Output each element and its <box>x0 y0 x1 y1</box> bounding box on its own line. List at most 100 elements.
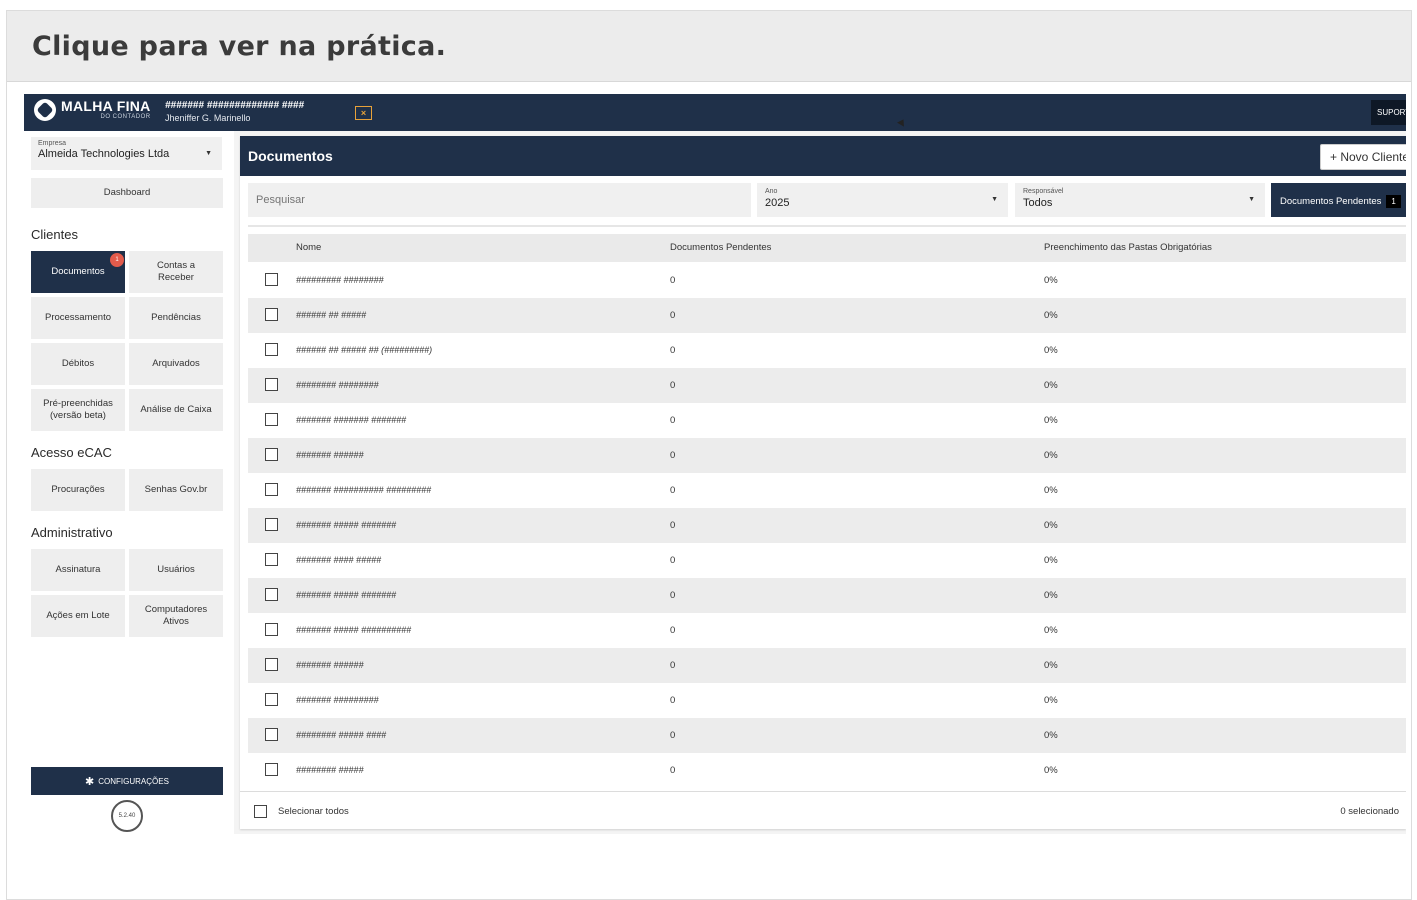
masked-company: ####### ############# #### <box>165 100 305 111</box>
fill-percentage: 0% <box>1044 520 1058 531</box>
search-input[interactable] <box>248 183 751 217</box>
table-row[interactable]: ####### ###### 0 0% <box>248 438 1406 473</box>
table-row[interactable]: ####### ##### ########## 0 0% <box>248 613 1406 648</box>
selected-count: 0 selecionado <box>1340 806 1399 817</box>
documents-panel: Documentos + Novo Cliente Ano 2025 ▼ Res… <box>240 136 1406 829</box>
row-checkbox[interactable] <box>265 378 278 391</box>
row-checkbox[interactable] <box>265 518 278 531</box>
fill-percentage: 0% <box>1044 590 1058 601</box>
row-checkbox[interactable] <box>265 343 278 356</box>
caret-down-icon: ▼ <box>1248 196 1255 203</box>
table-row[interactable]: ####### ##### ####### 0 0% <box>248 578 1406 613</box>
sidebar-item-debitos[interactable]: Débitos <box>31 343 125 385</box>
sidebar-item-documentos[interactable]: Documentos 1 <box>31 251 125 293</box>
company-select[interactable]: Empresa Almeida Technologies Ltda ▼ <box>31 137 222 170</box>
row-checkbox[interactable] <box>265 658 278 671</box>
app-window: MALHA FINA DO CONTADOR ####### #########… <box>24 94 1406 834</box>
client-name: ####### ########## ######### <box>296 485 432 495</box>
row-checkbox[interactable] <box>265 693 278 706</box>
table-row[interactable]: ######## ##### #### 0 0% <box>248 718 1406 753</box>
table-row[interactable]: ####### ####### ####### 0 0% <box>248 403 1406 438</box>
sidebar: Empresa Almeida Technologies Ltda ▼ Dash… <box>24 131 234 834</box>
table-row[interactable]: ####### ###### 0 0% <box>248 648 1406 683</box>
fill-percentage: 0% <box>1044 625 1058 636</box>
pending-documents-filter[interactable]: Documentos Pendentes 1 <box>1271 183 1406 217</box>
table-row[interactable]: ####### ##### ####### 0 0% <box>248 508 1406 543</box>
column-header-preenchimento[interactable]: Preenchimento das Pastas Obrigatórias <box>1044 242 1212 253</box>
sidebar-item-acoes-lote[interactable]: Ações em Lote <box>31 595 125 637</box>
row-checkbox[interactable] <box>265 728 278 741</box>
year-select-value: 2025 <box>765 197 790 209</box>
sidebar-item-computadores[interactable]: Computadores Ativos <box>129 595 223 637</box>
row-checkbox[interactable] <box>265 273 278 286</box>
pending-count: 0 <box>670 310 676 321</box>
settings-label: CONFIGURAÇÕES <box>98 776 169 786</box>
row-checkbox[interactable] <box>265 588 278 601</box>
top-bar: MALHA FINA DO CONTADOR ####### #########… <box>24 94 1406 131</box>
client-name: ####### #### ##### <box>296 555 382 565</box>
select-all-label[interactable]: Selecionar todos <box>278 806 349 817</box>
pending-count: 0 <box>670 415 676 426</box>
table-row[interactable]: ######## ######## 0 0% <box>248 368 1406 403</box>
client-name: ####### ##### ####### <box>296 590 397 600</box>
main-area: Documentos + Novo Cliente Ano 2025 ▼ Res… <box>234 131 1406 834</box>
pending-count: 0 <box>670 695 676 706</box>
row-checkbox[interactable] <box>265 763 278 776</box>
sidebar-item-assinatura[interactable]: Assinatura <box>31 549 125 591</box>
row-checkbox[interactable] <box>265 448 278 461</box>
sidebar-item-dashboard[interactable]: Dashboard <box>31 178 223 208</box>
sidebar-item-contas-receber[interactable]: Contas a Receber <box>129 251 223 293</box>
support-button[interactable]: SUPORTE <box>1371 100 1406 125</box>
year-select[interactable]: Ano 2025 ▼ <box>757 183 1008 217</box>
table-row[interactable]: ###### ## ##### 0 0% <box>248 298 1406 333</box>
table-row[interactable]: ######## ##### 0 0% <box>248 753 1406 782</box>
pending-count: 0 <box>670 380 676 391</box>
sidebar-item-processamento[interactable]: Processamento <box>31 297 125 339</box>
page-title: Documentos <box>248 148 333 164</box>
pending-count: 0 <box>670 660 676 671</box>
pending-count: 0 <box>670 555 676 566</box>
sidebar-item-arquivados[interactable]: Arquivados <box>129 343 223 385</box>
row-checkbox[interactable] <box>265 308 278 321</box>
sidebar-item-procuracoes[interactable]: Procurações <box>31 469 125 511</box>
new-client-button[interactable]: + Novo Cliente <box>1320 144 1406 170</box>
sidebar-item-pendencias[interactable]: Pendências <box>129 297 223 339</box>
row-checkbox[interactable] <box>265 483 278 496</box>
row-checkbox[interactable] <box>265 623 278 636</box>
select-all-checkbox[interactable] <box>254 805 267 818</box>
caret-down-icon: ▼ <box>991 196 998 203</box>
banner: Clique para ver na prática. <box>7 11 1411 82</box>
table-row[interactable]: ####### ########## ######### 0 0% <box>248 473 1406 508</box>
user-name: Jheniffer G. Marinello <box>165 113 251 123</box>
app-logo[interactable]: MALHA FINA DO CONTADOR <box>34 99 151 121</box>
column-header-nome[interactable]: Nome <box>296 242 321 253</box>
logo-subtext: DO CONTADOR <box>100 114 151 120</box>
sidebar-item-usuarios[interactable]: Usuários <box>129 549 223 591</box>
section-clientes: Clientes <box>31 227 78 242</box>
settings-button[interactable]: ✱ CONFIGURAÇÕES <box>31 767 223 795</box>
sidebar-item-senhas-gov[interactable]: Senhas Gov.br <box>129 469 223 511</box>
pending-count: 0 <box>670 450 676 461</box>
responsible-select[interactable]: Responsável Todos ▼ <box>1015 183 1265 217</box>
fill-percentage: 0% <box>1044 695 1058 706</box>
pending-count: 0 <box>670 275 676 286</box>
table-row[interactable]: ####### #### ##### 0 0% <box>248 543 1406 578</box>
client-name: ###### ## ##### <box>296 310 367 320</box>
pending-count: 0 <box>670 765 676 776</box>
table-row[interactable]: ###### ## ##### ## (#########) 0 0% <box>248 333 1406 368</box>
fill-percentage: 0% <box>1044 730 1058 741</box>
row-checkbox[interactable] <box>265 553 278 566</box>
column-header-pendentes[interactable]: Documentos Pendentes <box>670 242 771 253</box>
panel-header: Documentos + Novo Cliente <box>240 136 1406 176</box>
sidebar-item-pre-preenchidas[interactable]: Pré-preenchidas (versão beta) <box>31 389 125 431</box>
client-name: ####### ###### <box>296 660 364 670</box>
pending-documents-count: 1 <box>1386 195 1401 208</box>
responsible-select-label: Responsável <box>1023 188 1064 195</box>
table-row[interactable]: ######### ######## 0 0% <box>248 263 1406 298</box>
logo-icon <box>34 99 56 121</box>
sidebar-item-analise-caixa[interactable]: Análise de Caixa <box>129 389 223 431</box>
close-icon[interactable]: × <box>355 106 372 120</box>
table-row[interactable]: ####### ######### 0 0% <box>248 683 1406 718</box>
row-checkbox[interactable] <box>265 413 278 426</box>
company-select-value: Almeida Technologies Ltda <box>38 148 170 160</box>
